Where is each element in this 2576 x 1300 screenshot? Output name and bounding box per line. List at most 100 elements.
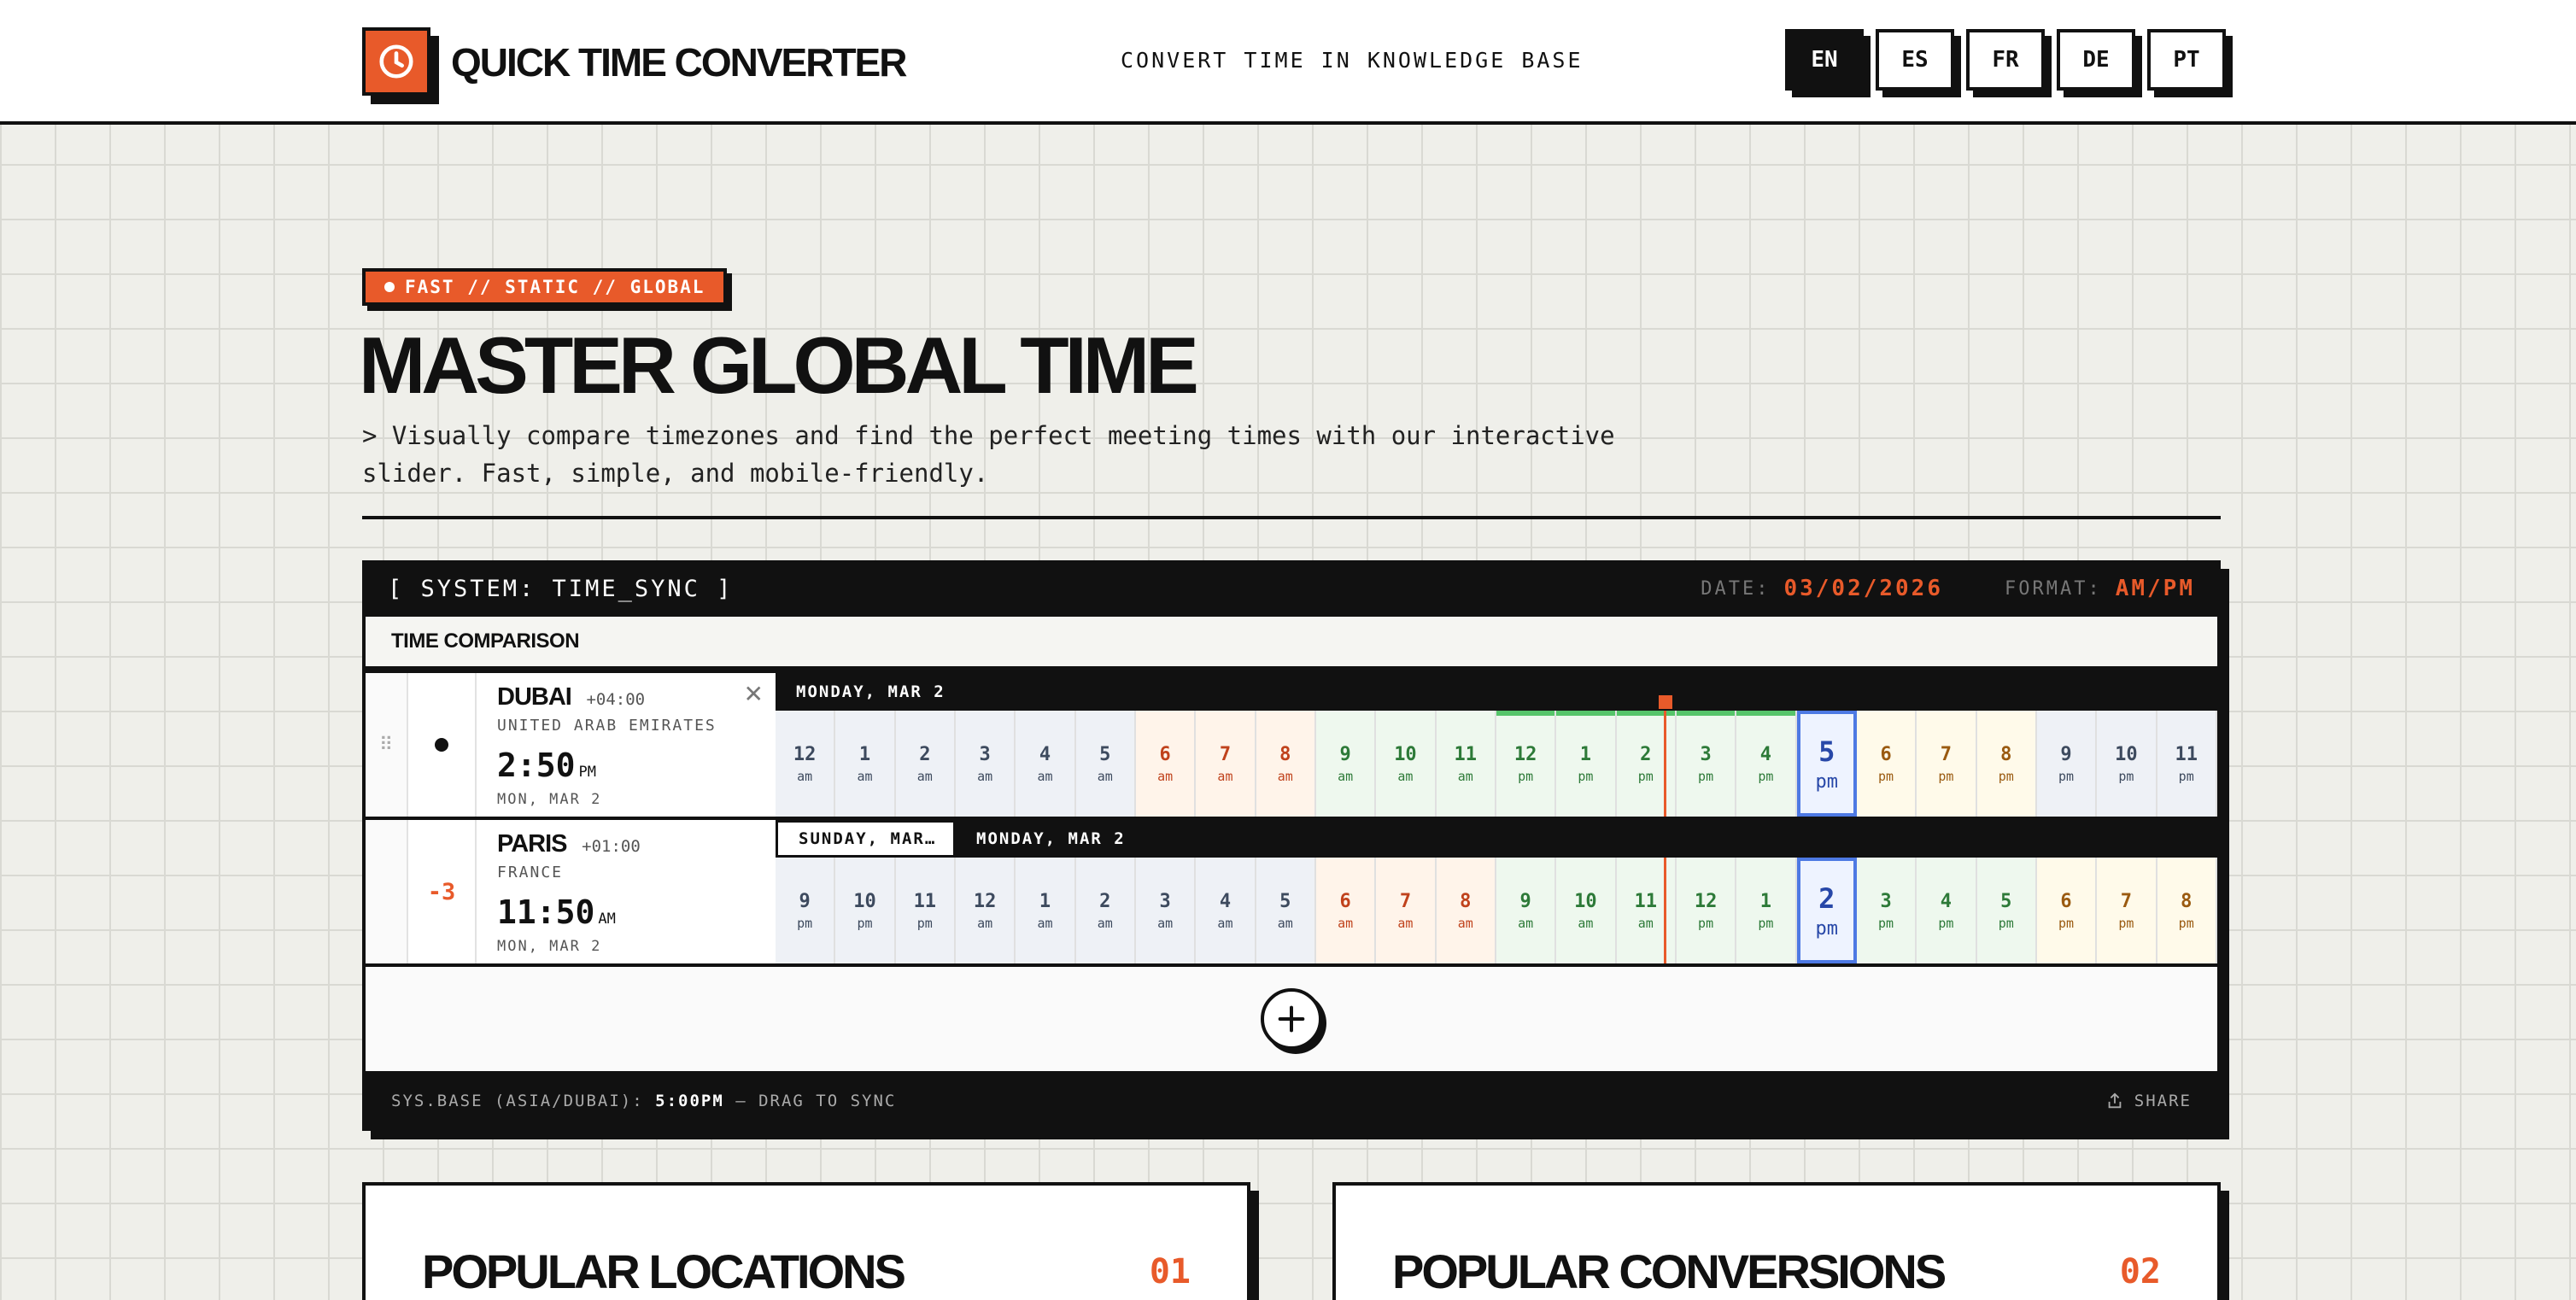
hour-cell[interactable]: 11 pm xyxy=(2157,711,2217,817)
hour-cell[interactable]: 5 am xyxy=(1256,858,1316,963)
city-name: DUBAI xyxy=(497,683,572,711)
hour-cell[interactable]: 3 pm xyxy=(1856,858,1917,963)
hour-cell[interactable]: 11 pm xyxy=(895,858,956,963)
hour-number: 11 xyxy=(1634,890,1658,912)
country-name: UNITED ARAB EMIRATES xyxy=(497,717,717,735)
hour-cell[interactable]: 10 pm xyxy=(835,858,896,963)
hour-cell[interactable]: 2 am xyxy=(895,711,956,817)
hour-cell[interactable]: 4 am xyxy=(1016,711,1076,817)
hour-period: pm xyxy=(1878,915,1894,931)
hour-cell[interactable]: 2 pm xyxy=(1796,858,1857,963)
current-time-line[interactable] xyxy=(1664,858,1666,963)
hour-cell[interactable]: 9 pm xyxy=(2036,711,2098,817)
hour-number: 2 xyxy=(1099,890,1111,912)
hour-period: pm xyxy=(1815,917,1838,940)
lang-de-button[interactable]: DE xyxy=(2057,29,2135,91)
hour-cell[interactable]: 1 am xyxy=(1016,858,1076,963)
add-timezone-button[interactable] xyxy=(1261,988,1322,1050)
hour-cell[interactable]: 9 am xyxy=(1496,858,1557,963)
hour-cell[interactable]: 5 pm xyxy=(1796,711,1857,817)
drag-handle-area[interactable] xyxy=(366,820,408,963)
hour-cell[interactable]: 6 pm xyxy=(2036,858,2098,963)
hour-number: 9 xyxy=(1519,890,1531,912)
hour-number: 10 xyxy=(2115,743,2138,765)
page-title: MASTER GLOBAL TIME xyxy=(359,320,1199,410)
hour-period: pm xyxy=(2058,768,2075,784)
hour-period: pm xyxy=(1698,915,1714,931)
hour-cell[interactable]: 2 am xyxy=(1075,858,1136,963)
panel-number: 02 xyxy=(2119,1252,2161,1291)
hour-cell[interactable]: 1 pm xyxy=(1736,858,1797,963)
hour-cell[interactable]: 3 pm xyxy=(1676,711,1737,817)
hour-cell[interactable]: 11 am xyxy=(1616,858,1677,963)
hour-cell[interactable]: 7 am xyxy=(1196,711,1256,817)
hour-cell[interactable]: 8 am xyxy=(1256,711,1316,817)
drag-handle-icon[interactable]: ⠿ xyxy=(366,673,408,817)
hour-cell[interactable]: 12 am xyxy=(776,711,836,817)
hour-period: am xyxy=(977,915,993,931)
hour-cell[interactable]: 1 am xyxy=(835,711,896,817)
hour-cell[interactable]: 8 am xyxy=(1436,858,1496,963)
panel-number: 01 xyxy=(1149,1252,1191,1291)
lang-es-button[interactable]: ES xyxy=(1876,29,1954,91)
hour-period: am xyxy=(1097,768,1113,784)
hour-period: pm xyxy=(857,915,873,931)
hour-cell[interactable]: 12 pm xyxy=(1676,858,1737,963)
lang-en-button[interactable]: EN xyxy=(1785,29,1864,91)
hour-cell[interactable]: 5 pm xyxy=(1976,858,2037,963)
brand-name[interactable]: QUICK TIME CONVERTER xyxy=(451,39,907,85)
share-button[interactable]: SHARE xyxy=(2105,1092,2192,1110)
lang-pt-button[interactable]: PT xyxy=(2147,29,2226,91)
share-icon xyxy=(2108,1092,2122,1109)
hour-cell[interactable]: 6 am xyxy=(1315,858,1377,963)
hour-cell[interactable]: 7 pm xyxy=(2097,858,2157,963)
time-sync-card: [ SYSTEM: TIME_SYNC ] DATE: 03/02/2026 F… xyxy=(362,560,2221,1131)
hour-cell[interactable]: 9 am xyxy=(1315,711,1377,817)
format-toggle[interactable]: AM/PM xyxy=(2116,576,2195,601)
hour-cell[interactable]: 10 am xyxy=(1376,711,1437,817)
hour-period: am xyxy=(1637,915,1654,931)
hour-timeline[interactable]: MONDAY, MAR 2 12 am 1 am 2 am 3 am 4 am 5 am 6 am 7 am 8… xyxy=(776,673,2217,817)
hour-period: am xyxy=(1037,915,1053,931)
hour-cell[interactable]: 7 pm xyxy=(1917,711,1977,817)
time-comparison-heading: TIME COMPARISON xyxy=(366,617,2217,670)
hour-timeline[interactable]: SUNDAY, MAR… MONDAY, MAR 2 9 pm 10 pm 11 pm 12… xyxy=(776,820,2217,963)
lang-fr-button[interactable]: FR xyxy=(1966,29,2045,91)
date-value[interactable]: 03/02/2026 xyxy=(1783,576,1943,601)
hour-cell[interactable]: 8 pm xyxy=(2157,858,2217,963)
current-time-line[interactable] xyxy=(1664,711,1666,817)
clock-logo-icon[interactable] xyxy=(362,27,430,96)
hour-cell[interactable]: 6 am xyxy=(1135,711,1197,817)
hour-cell[interactable]: 5 am xyxy=(1075,711,1136,817)
hour-cell[interactable]: 11 am xyxy=(1436,711,1496,817)
hour-cell[interactable]: 3 am xyxy=(955,711,1016,817)
hour-cell[interactable]: 9 pm xyxy=(776,858,836,963)
hour-period: pm xyxy=(2058,915,2075,931)
utc-offset: +04:00 xyxy=(586,690,646,709)
hour-number: 7 xyxy=(1399,890,1412,912)
hour-cell[interactable]: 4 pm xyxy=(1917,858,1977,963)
hour-period: pm xyxy=(1998,915,2014,931)
hour-cell[interactable]: 2 pm xyxy=(1616,711,1677,817)
system-title: [ SYSTEM: TIME_SYNC ] xyxy=(388,575,734,602)
current-time-marker[interactable] xyxy=(1659,695,1672,709)
hour-cell[interactable]: 6 pm xyxy=(1856,711,1917,817)
day-header-bar: SUNDAY, MAR… MONDAY, MAR 2 xyxy=(776,820,2217,858)
hour-cell[interactable]: 12 am xyxy=(955,858,1016,963)
hour-cell[interactable]: 1 pm xyxy=(1556,711,1617,817)
hour-cell[interactable]: 8 pm xyxy=(1976,711,2037,817)
hour-period: am xyxy=(1037,768,1053,784)
hero-badge-text: FAST // STATIC // GLOBAL xyxy=(405,277,705,297)
nav-knowledge-base-link[interactable]: CONVERT TIME IN KNOWLEDGE BASE xyxy=(1121,48,1584,73)
hour-cell[interactable]: 3 am xyxy=(1135,858,1197,963)
hour-cell[interactable]: 4 am xyxy=(1196,858,1256,963)
hour-cell[interactable]: 7 am xyxy=(1376,858,1437,963)
hour-period: pm xyxy=(2178,768,2194,784)
hour-period: am xyxy=(1217,768,1233,784)
remove-close-icon[interactable]: ✕ xyxy=(744,680,764,708)
hour-cell[interactable]: 4 pm xyxy=(1736,711,1797,817)
hour-number: 12 xyxy=(1694,890,1718,912)
hour-cell[interactable]: 10 am xyxy=(1556,858,1617,963)
hour-cell[interactable]: 10 pm xyxy=(2097,711,2157,817)
hour-cell[interactable]: 12 pm xyxy=(1496,711,1557,817)
